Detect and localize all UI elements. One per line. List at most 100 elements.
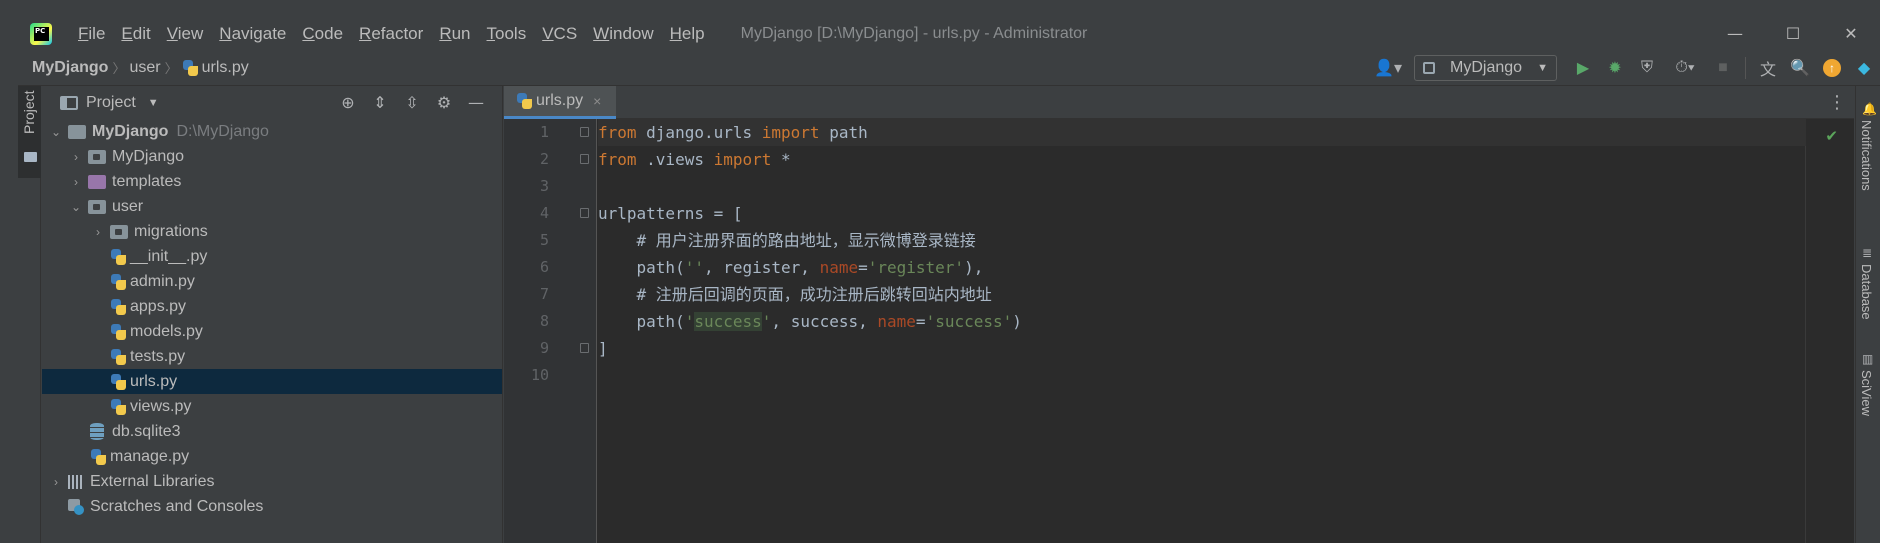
menu-file[interactable]: File <box>70 24 113 44</box>
chevron-down-icon[interactable]: ⌄ <box>48 125 64 139</box>
locate-file-icon[interactable]: ⊕ <box>332 93 364 112</box>
coverage-icon[interactable]: ⛨ <box>1633 54 1661 82</box>
inspection-ok-icon[interactable]: ✔ <box>1825 127 1838 145</box>
minimize-button[interactable]: — <box>1706 17 1764 50</box>
python-file-icon <box>110 373 126 390</box>
project-tool-tab[interactable]: Project <box>18 86 41 178</box>
line-number: 1 <box>539 123 549 141</box>
chevron-right-icon[interactable]: › <box>68 150 84 164</box>
title-bar: File Edit View Navigate Code Refactor Ru… <box>18 17 1880 50</box>
chevron-right-icon[interactable]: › <box>68 175 84 189</box>
toolbar-right: 👤▾ MyDjango ▼ ▶ ✹ ⛨ ⏱▾ ■ 文 🔍 ↑ ◆ <box>1372 50 1880 86</box>
expand-all-icon[interactable]: ⇕ <box>364 93 396 112</box>
menu-navigate[interactable]: Navigate <box>211 24 294 44</box>
run-icon[interactable]: ▶ <box>1569 54 1597 82</box>
chevron-right-icon[interactable]: › <box>90 225 106 239</box>
code-token: from <box>598 123 637 142</box>
breadcrumb-folder[interactable]: user <box>129 59 160 77</box>
profile-icon[interactable]: ⏱▾ <box>1665 54 1705 82</box>
menu-refactor[interactable]: Refactor <box>351 24 431 44</box>
editor-gutter: 1 2 3 4 5 6 7 8 9 10 <box>504 119 597 543</box>
code-with-me-icon[interactable]: ◆ <box>1850 54 1878 82</box>
code-line-5: # 用户注册界面的路由地址，显示微博登录链接 <box>598 231 976 250</box>
tree-item-external-libraries[interactable]: › External Libraries <box>42 469 502 494</box>
tree-item-mydjango-root[interactable]: ⌄ MyDjango D:\MyDjango <box>42 119 502 144</box>
breadcrumb-separator-icon: 〉 <box>164 61 178 76</box>
tree-item-label: __init__.py <box>130 247 208 265</box>
menu-window[interactable]: Window <box>585 24 661 44</box>
chevron-down-icon[interactable]: ⌄ <box>68 200 84 214</box>
tree-item-migrations[interactable]: › migrations <box>42 219 502 244</box>
code-line-6: path('', register, name='register'), <box>598 254 1806 281</box>
tree-item-label: user <box>112 197 144 215</box>
tree-item-urls-py[interactable]: urls.py <box>42 369 502 394</box>
toolbar-divider <box>1745 57 1746 79</box>
code-area[interactable]: from django.urls import path from .views… <box>598 119 1806 543</box>
menu-tools[interactable]: Tools <box>479 24 535 44</box>
tree-item-templates[interactable]: › templates <box>42 169 502 194</box>
collapse-all-icon[interactable]: ⇳ <box>396 93 428 112</box>
database-tool-tab[interactable]: Database <box>1859 264 1874 320</box>
tab-urls-py[interactable]: urls.py × <box>504 86 616 119</box>
tree-item-label: models.py <box>130 322 203 340</box>
tree-item-scratches[interactable]: Scratches and Consoles <box>42 494 502 519</box>
more-options-icon[interactable]: ⋮ <box>1828 92 1846 113</box>
tree-item-views-py[interactable]: views.py <box>42 394 502 419</box>
tree-item-user[interactable]: ⌄ user <box>42 194 502 219</box>
tree-item-db-sqlite3[interactable]: db.sqlite3 <box>42 419 502 444</box>
fold-marker-icon[interactable] <box>580 208 589 218</box>
fold-marker-icon[interactable] <box>580 343 589 353</box>
gear-icon[interactable]: ⚙ <box>428 93 460 112</box>
code-token: ) <box>1012 312 1022 331</box>
menu-help[interactable]: Help <box>662 24 713 44</box>
user-account-icon[interactable]: 👤▾ <box>1374 54 1402 82</box>
tree-item-label: manage.py <box>110 447 190 465</box>
menu-code[interactable]: Code <box>294 24 351 44</box>
line-number: 10 <box>530 366 549 384</box>
chevron-down-icon[interactable]: ▼ <box>148 97 159 109</box>
breadcrumb-project[interactable]: MyDjango <box>32 59 108 77</box>
close-button[interactable]: ✕ <box>1822 17 1880 50</box>
menu-vcs[interactable]: VCS <box>534 24 585 44</box>
tree-item-init-py[interactable]: __init__.py <box>42 244 502 269</box>
stop-icon[interactable]: ■ <box>1709 54 1737 82</box>
tree-item-tests-py[interactable]: tests.py <box>42 344 502 369</box>
menu-view[interactable]: View <box>159 24 212 44</box>
search-icon[interactable]: 🔍 <box>1786 54 1814 82</box>
editor-tab-bar: urls.py × ⋮ <box>504 86 1854 119</box>
right-tool-strip: 🔔 Notifications ≣ Database ▥ SciView <box>1855 86 1880 543</box>
debug-icon[interactable]: ✹ <box>1601 54 1629 82</box>
code-token: import <box>713 150 772 169</box>
code-token: django.urls <box>636 123 762 142</box>
notifications-tool-tab[interactable]: Notifications <box>1859 120 1874 191</box>
chevron-right-icon[interactable]: › <box>48 475 64 489</box>
line-number: 3 <box>539 177 549 195</box>
menu-edit[interactable]: Edit <box>113 24 158 44</box>
fold-marker-icon[interactable] <box>580 154 589 164</box>
hide-panel-icon[interactable]: — <box>460 93 492 112</box>
sciview-tool-tab[interactable]: SciView <box>1859 370 1874 416</box>
tree-item-admin-py[interactable]: admin.py <box>42 269 502 294</box>
maximize-button[interactable]: ☐ <box>1764 17 1822 50</box>
menu-run[interactable]: Run <box>431 24 478 44</box>
tree-item-label: admin.py <box>130 272 195 290</box>
code-token: .views <box>636 150 714 169</box>
tree-item-mydjango-package[interactable]: › MyDjango <box>42 144 502 169</box>
code-token: ' <box>684 312 695 331</box>
project-panel-title[interactable]: Project <box>86 94 136 112</box>
fold-marker-icon[interactable] <box>580 127 589 137</box>
tree-item-manage-py[interactable]: manage.py <box>42 444 502 469</box>
update-icon[interactable]: ↑ <box>1818 54 1846 82</box>
python-file-icon <box>90 448 106 465</box>
project-tree: ⌄ MyDjango D:\MyDjango › MyDjango › temp… <box>42 119 502 519</box>
breadcrumb-file-label: urls.py <box>201 58 249 76</box>
translate-icon[interactable]: 文 <box>1754 54 1782 82</box>
breadcrumb-file[interactable]: urls.py <box>182 59 249 77</box>
line-number: 8 <box>539 312 549 330</box>
code-token: path( <box>598 258 685 277</box>
close-tab-icon[interactable]: × <box>593 93 601 109</box>
tree-item-models-py[interactable]: models.py <box>42 319 502 344</box>
tree-item-apps-py[interactable]: apps.py <box>42 294 502 319</box>
project-panel: Project ▼ ⊕ ⇕ ⇳ ⚙ — ⌄ MyDjango D:\MyDjan… <box>42 86 503 543</box>
run-configuration-select[interactable]: MyDjango ▼ <box>1414 55 1557 81</box>
